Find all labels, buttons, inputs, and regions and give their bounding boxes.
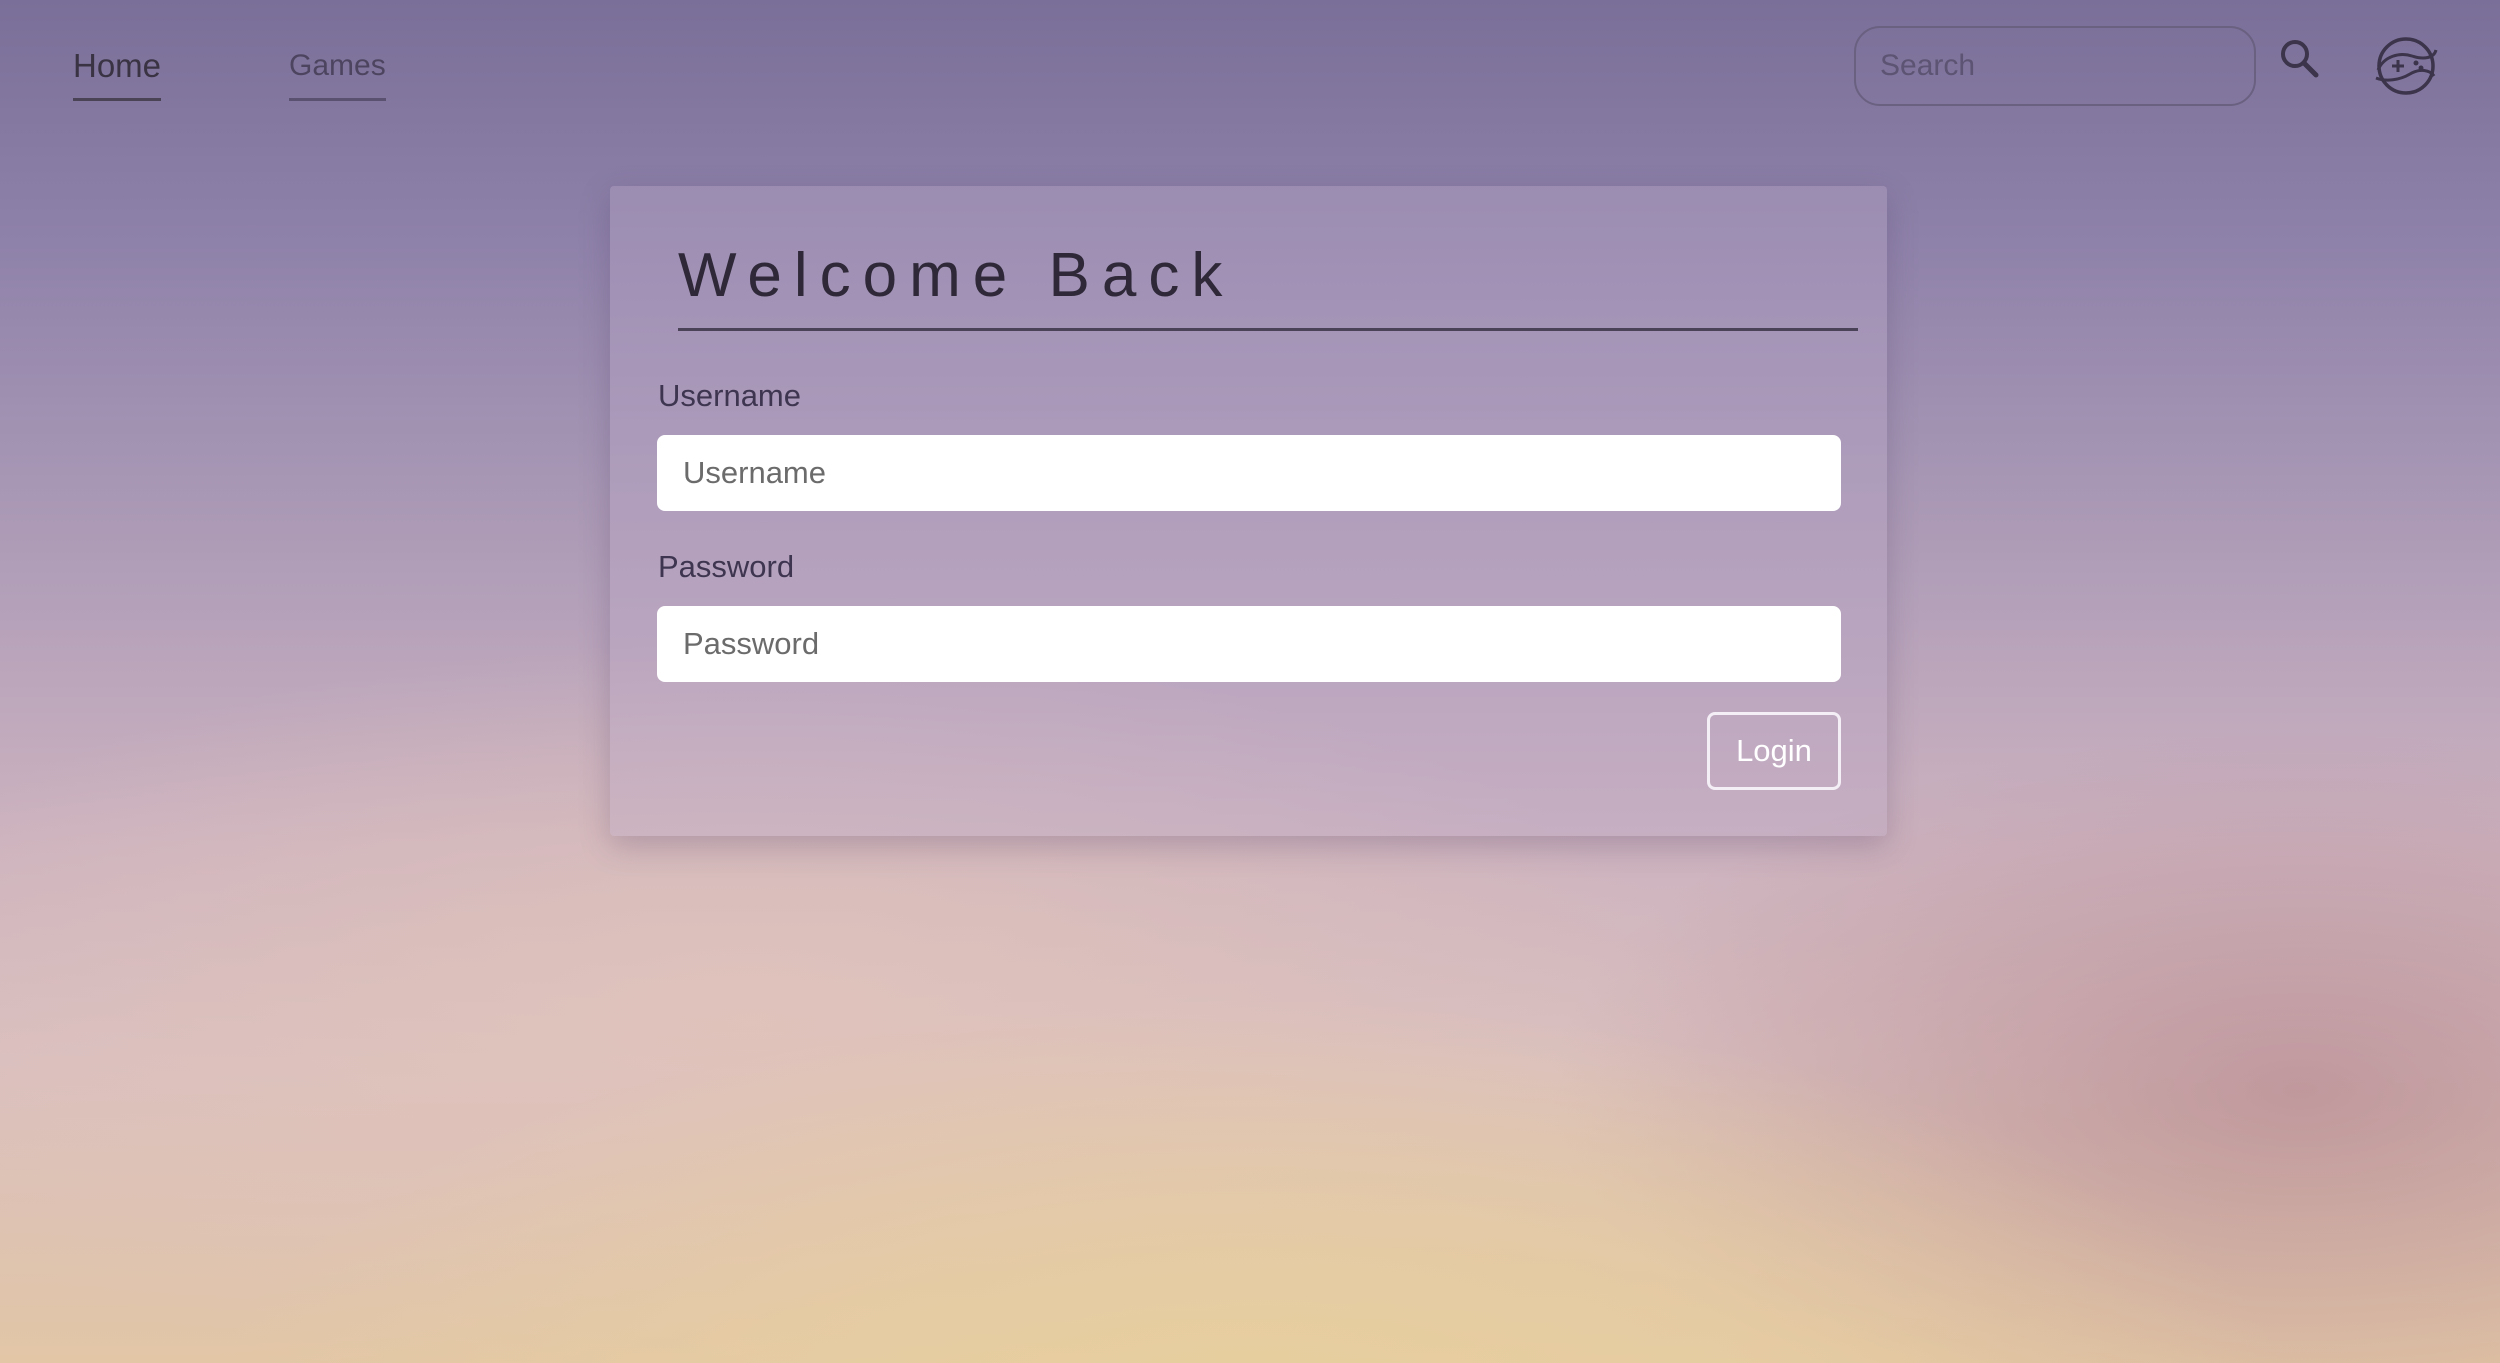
nav-link-home[interactable]: Home (73, 42, 162, 101)
nav-link-games[interactable]: Games (289, 42, 386, 101)
page-title: Welcome Back (678, 241, 1235, 310)
login-card: Welcome Back Username Password Login (610, 186, 1887, 836)
game-controller-avatar-icon (2375, 37, 2438, 95)
magnifier-icon (2281, 40, 2319, 78)
title-divider (678, 328, 1858, 331)
password-field[interactable] (657, 606, 1841, 682)
username-field[interactable] (657, 435, 1841, 511)
password-label: Password (658, 549, 795, 584)
search-icon[interactable] (2276, 36, 2324, 84)
login-button[interactable]: Login (1707, 712, 1841, 790)
avatar-icon[interactable] (2370, 34, 2440, 98)
username-label: Username (658, 378, 801, 413)
search-input[interactable] (1854, 26, 2256, 106)
